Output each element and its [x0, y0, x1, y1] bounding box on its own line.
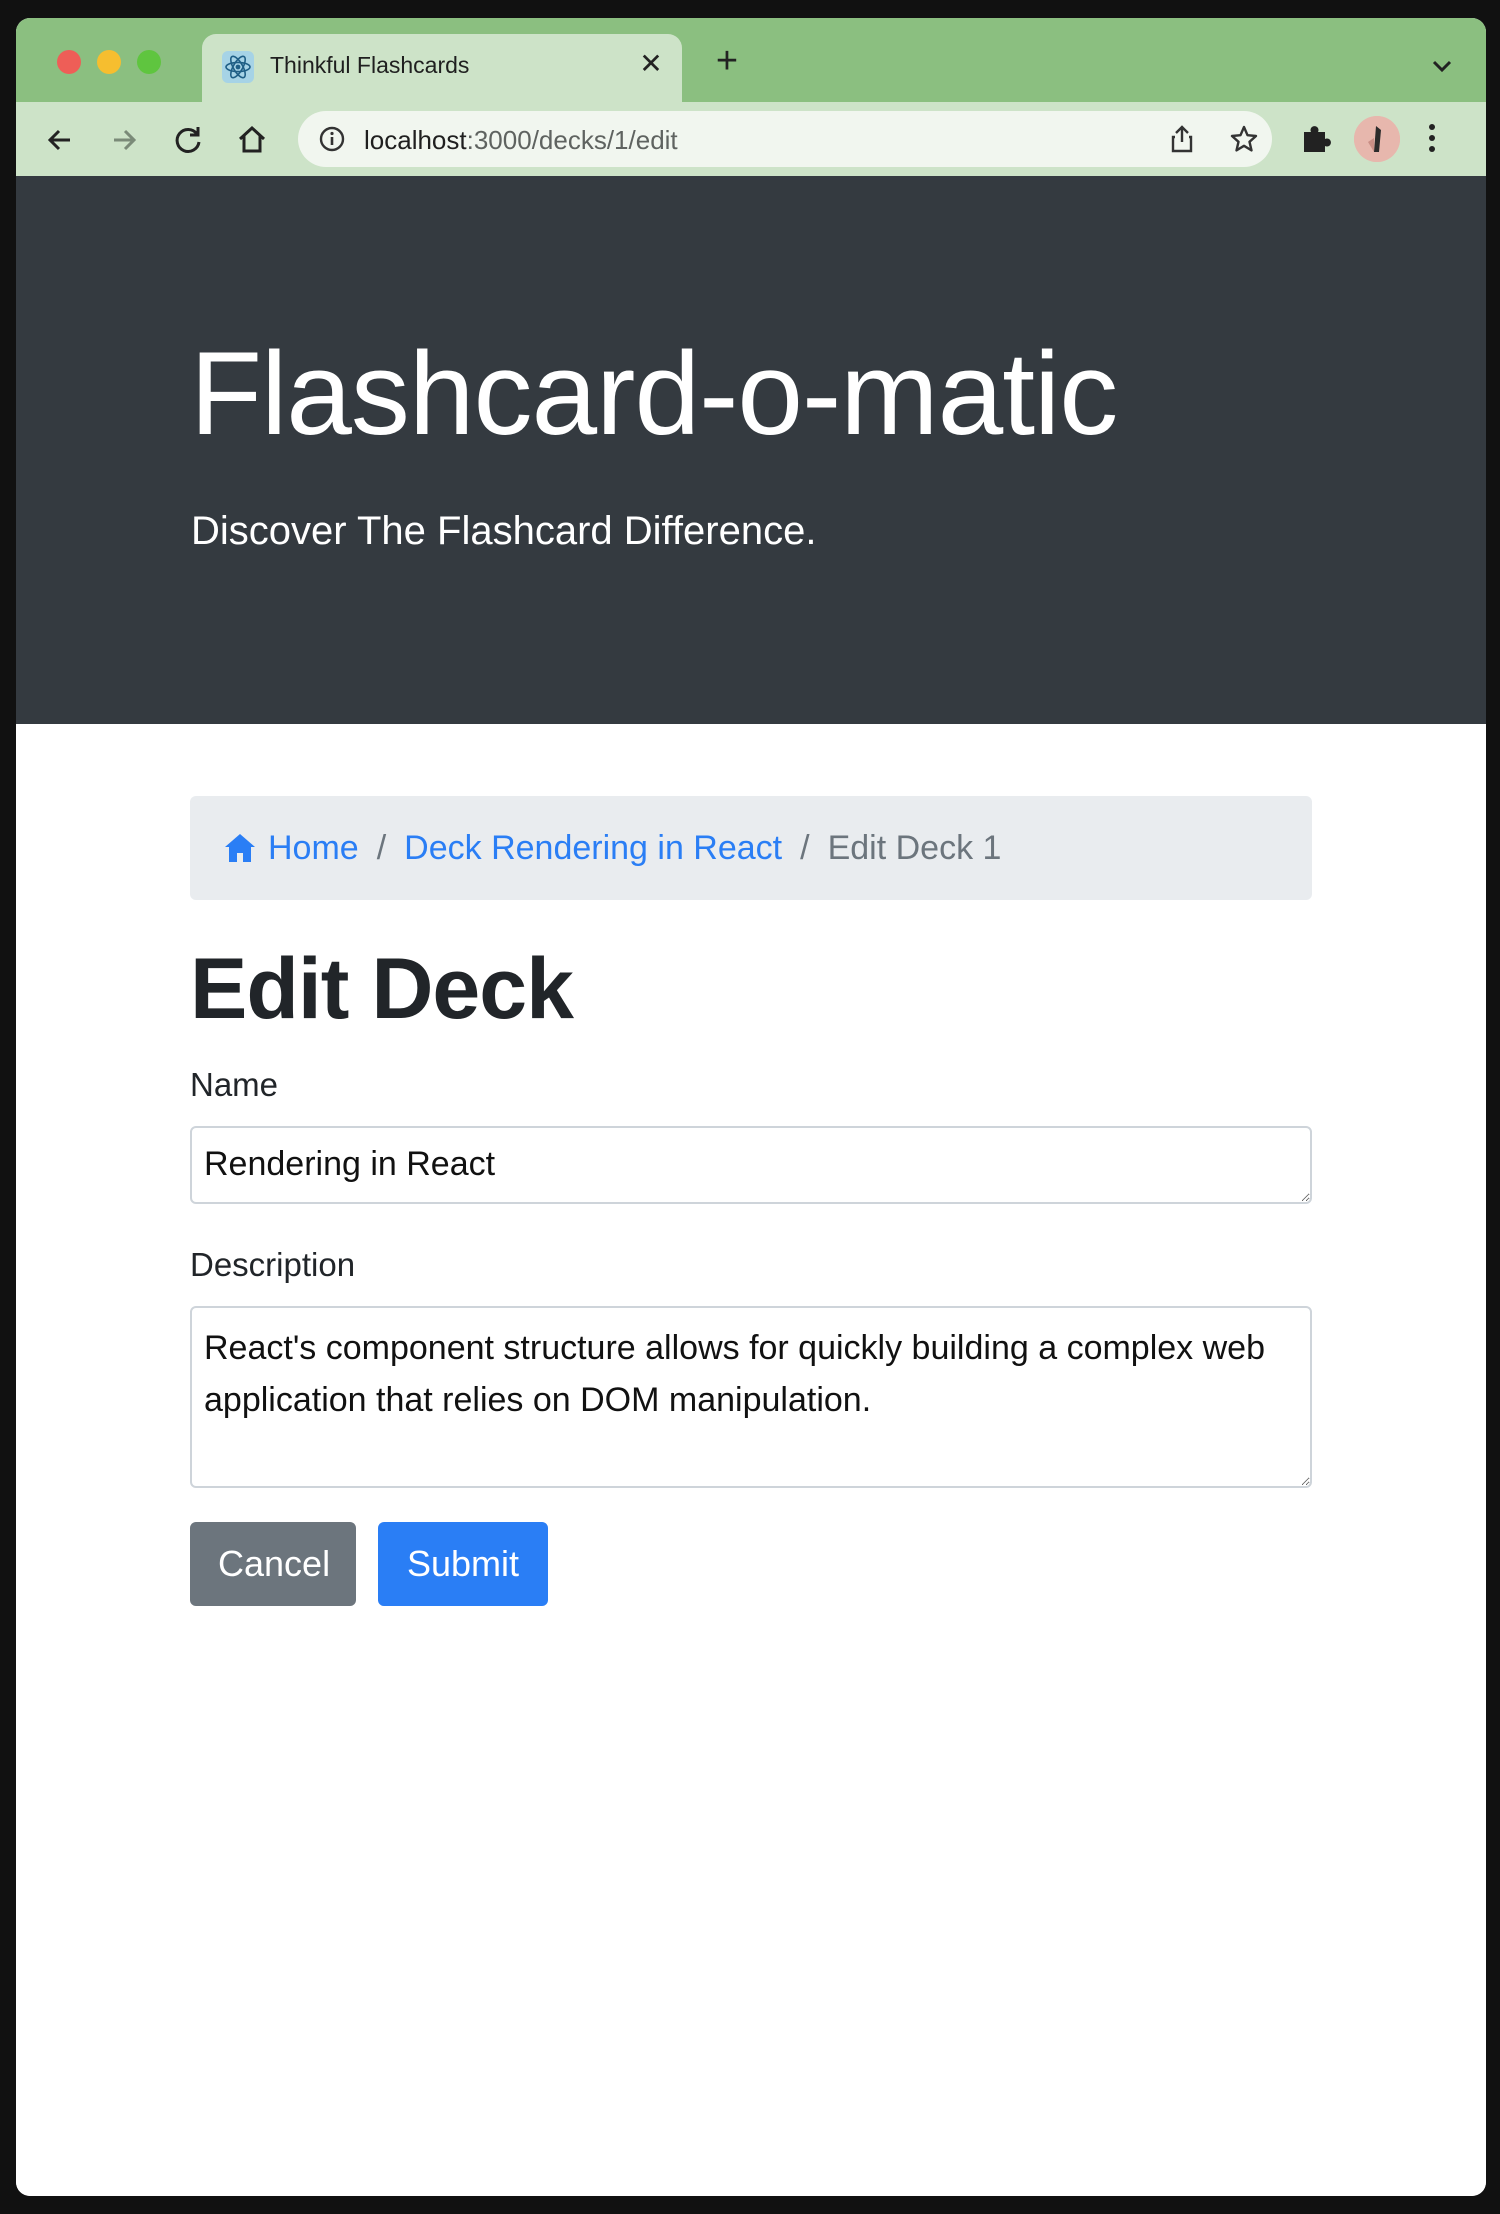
breadcrumb-home-label: Home	[268, 828, 359, 867]
header-jumbotron: Flashcard-o-matic Discover The Flashcard…	[16, 176, 1486, 724]
react-favicon-icon	[222, 51, 254, 83]
close-window-button[interactable]	[57, 50, 81, 74]
description-field[interactable]: React's component structure allows for q…	[190, 1306, 1312, 1488]
new-tab-button[interactable]: +	[709, 42, 745, 80]
bookmark-star-icon[interactable]	[1228, 123, 1260, 160]
name-label: Name	[190, 1066, 279, 1103]
breadcrumb-current: Edit Deck 1	[827, 828, 1002, 867]
browser-tab[interactable]: Thinkful Flashcards ✕	[202, 34, 682, 102]
breadcrumb-home-link[interactable]: Home	[224, 829, 359, 868]
breadcrumb-deck-link[interactable]: Deck Rendering in React	[404, 829, 782, 868]
profile-avatar[interactable]	[1354, 116, 1400, 162]
form-actions: Cancel Submit	[190, 1522, 1312, 1606]
maximize-window-button[interactable]	[137, 50, 161, 74]
share-icon[interactable]	[1166, 123, 1198, 160]
url-path: :3000/decks/1/edit	[466, 125, 678, 155]
browser-toolbar: localhost:3000/decks/1/edit	[16, 102, 1486, 176]
tab-strip: Thinkful Flashcards ✕ +	[16, 18, 1486, 102]
breadcrumb-separator: /	[800, 828, 810, 867]
forward-arrow-icon[interactable]	[104, 120, 144, 160]
home-icon	[225, 834, 255, 862]
breadcrumb-separator: /	[376, 828, 387, 867]
tab-close-icon[interactable]: ✕	[636, 48, 666, 80]
minimize-window-button[interactable]	[97, 50, 121, 74]
main-container: Home / Deck Rendering in React / Edit De…	[190, 796, 1312, 1606]
reload-icon[interactable]	[168, 120, 208, 160]
url-text: localhost:3000/decks/1/edit	[364, 125, 678, 156]
app-subtitle: Discover The Flashcard Difference.	[191, 509, 817, 553]
description-label: Description	[190, 1246, 356, 1283]
home-icon[interactable]	[232, 120, 272, 160]
breadcrumb: Home / Deck Rendering in React / Edit De…	[190, 796, 1312, 900]
page-title: Edit Deck	[190, 941, 574, 1037]
browser-menu-icon[interactable]	[1424, 120, 1440, 161]
site-info-icon[interactable]	[318, 125, 346, 158]
url-host: localhost	[364, 125, 467, 155]
app-title: Flashcard-o-matic	[190, 328, 1118, 460]
chevron-down-icon[interactable]	[1430, 58, 1454, 79]
address-bar[interactable]: localhost:3000/decks/1/edit	[298, 111, 1272, 167]
page-content: Flashcard-o-matic Discover The Flashcard…	[16, 176, 1486, 2196]
cancel-button[interactable]: Cancel	[190, 1522, 356, 1606]
submit-button[interactable]: Submit	[378, 1522, 548, 1606]
extensions-puzzle-icon[interactable]	[1298, 120, 1334, 161]
browser-window: Thinkful Flashcards ✕ + localhost:3000/d…	[16, 18, 1486, 2196]
tab-title: Thinkful Flashcards	[270, 52, 470, 78]
name-field[interactable]: Rendering in React	[190, 1126, 1312, 1204]
back-arrow-icon[interactable]	[40, 120, 80, 160]
